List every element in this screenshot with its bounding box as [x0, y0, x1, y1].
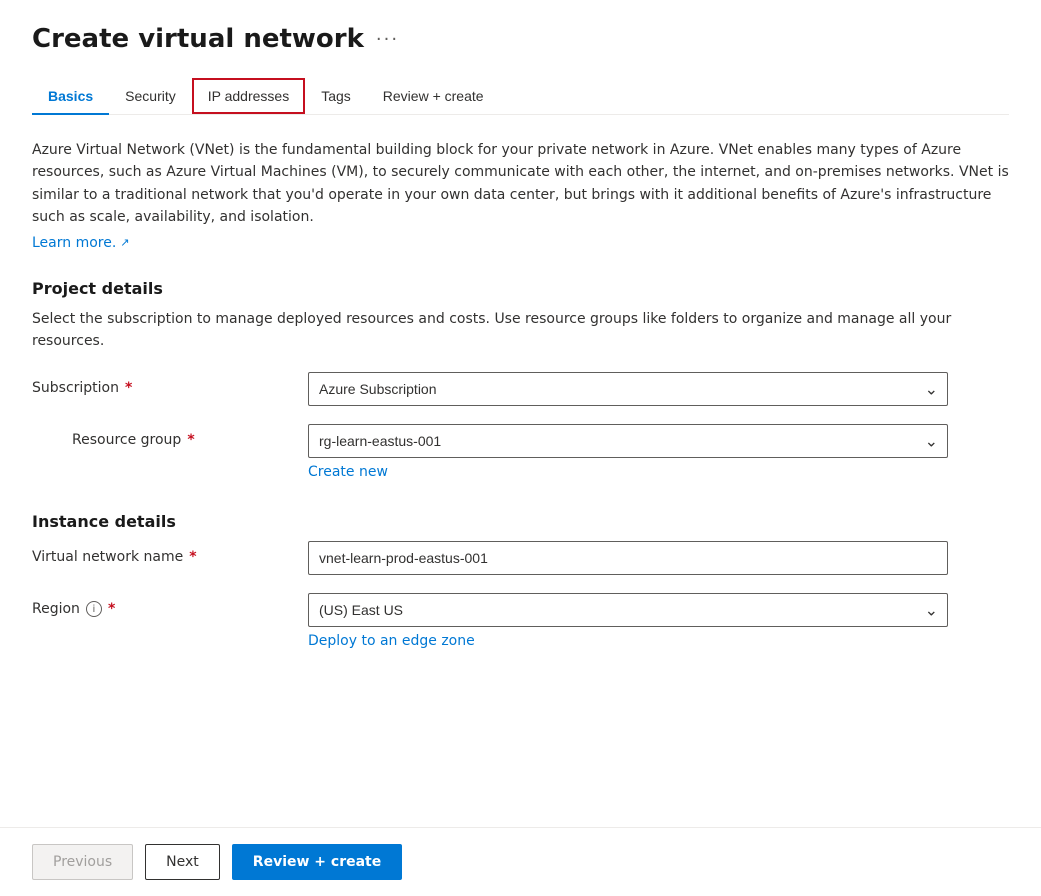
region-row: Region i * (US) East US Deploy to an edg… — [32, 593, 1009, 649]
region-select[interactable]: (US) East US — [308, 593, 948, 627]
previous-button[interactable]: Previous — [32, 844, 133, 880]
tabs-container: Basics Security IP addresses Tags Review… — [32, 78, 1009, 115]
resource-group-select-wrapper: rg-learn-eastus-001 — [308, 424, 948, 458]
vnet-name-input[interactable] — [308, 541, 948, 575]
subscription-select-wrapper: Azure Subscription — [308, 372, 948, 406]
deploy-edge-zone-link[interactable]: Deploy to an edge zone — [308, 633, 475, 649]
region-required-star: * — [108, 601, 115, 617]
vnet-name-row: Virtual network name * — [32, 541, 1009, 575]
learn-more-link[interactable]: Learn more. ↗ — [32, 235, 130, 251]
region-info-icon[interactable]: i — [86, 601, 102, 617]
subscription-label-container: Subscription * — [32, 372, 292, 396]
region-label: Region — [32, 601, 80, 617]
main-content: Create virtual network ··· Basics Securi… — [0, 0, 1041, 827]
vnet-name-label-container: Virtual network name * — [32, 541, 292, 565]
project-details-description: Select the subscription to manage deploy… — [32, 308, 1009, 353]
resource-group-required-star: * — [187, 432, 194, 448]
tab-basics[interactable]: Basics — [32, 78, 109, 114]
resource-group-select[interactable]: rg-learn-eastus-001 — [308, 424, 948, 458]
resource-group-row: Resource group * rg-learn-eastus-001 Cre… — [32, 424, 1009, 480]
create-new-link[interactable]: Create new — [308, 464, 388, 480]
footer: Previous Next Review + create — [0, 827, 1041, 896]
tab-ip-addresses[interactable]: IP addresses — [192, 78, 305, 114]
tab-security[interactable]: Security — [109, 78, 192, 114]
resource-group-label: Resource group — [72, 432, 181, 448]
region-label-container: Region i * — [32, 593, 292, 617]
region-control: (US) East US Deploy to an edge zone — [308, 593, 948, 649]
instance-details-section: Instance details Virtual network name * … — [32, 512, 1009, 649]
vnet-name-required-star: * — [189, 549, 196, 565]
subscription-label: Subscription — [32, 380, 119, 396]
tab-tags[interactable]: Tags — [305, 78, 367, 114]
page-header: Create virtual network ··· — [32, 24, 1009, 54]
review-create-button[interactable]: Review + create — [232, 844, 402, 880]
subscription-required-star: * — [125, 380, 132, 396]
instance-details-title: Instance details — [32, 512, 1009, 531]
region-select-wrapper: (US) East US — [308, 593, 948, 627]
subscription-control: Azure Subscription — [308, 372, 948, 406]
vnet-name-label: Virtual network name — [32, 549, 183, 565]
tab-review-create[interactable]: Review + create — [367, 78, 500, 114]
subscription-row: Subscription * Azure Subscription — [32, 372, 1009, 406]
resource-group-control: rg-learn-eastus-001 Create new — [308, 424, 948, 480]
page-container: Create virtual network ··· Basics Securi… — [0, 0, 1041, 896]
more-options-icon[interactable]: ··· — [376, 29, 399, 50]
next-button[interactable]: Next — [145, 844, 220, 880]
external-link-icon: ↗ — [120, 236, 129, 249]
description-section: Azure Virtual Network (VNet) is the fund… — [32, 139, 1009, 251]
project-details-section: Project details Select the subscription … — [32, 279, 1009, 481]
project-details-title: Project details — [32, 279, 1009, 298]
vnet-name-control — [308, 541, 948, 575]
subscription-select[interactable]: Azure Subscription — [308, 372, 948, 406]
description-text: Azure Virtual Network (VNet) is the fund… — [32, 139, 1009, 229]
page-title: Create virtual network — [32, 24, 364, 54]
resource-group-label-container: Resource group * — [72, 424, 292, 448]
